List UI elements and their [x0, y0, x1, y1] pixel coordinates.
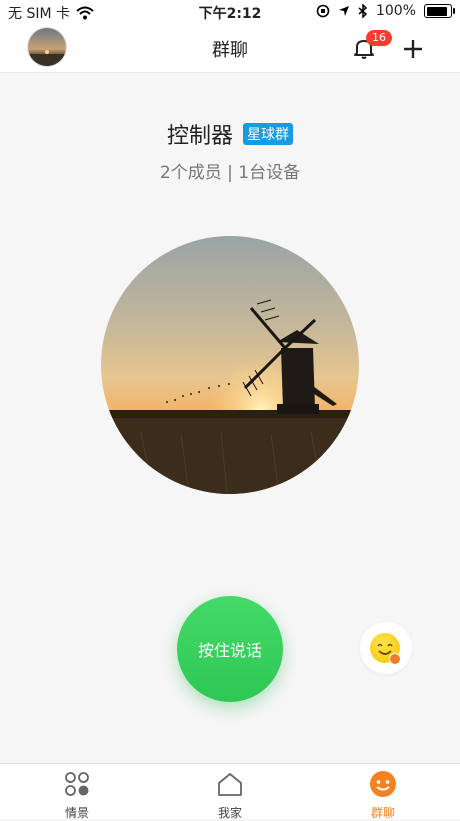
battery-percent: 100% [375, 3, 416, 19]
status-right: 100% [316, 3, 455, 19]
tab-home-label: 我家 [217, 806, 242, 820]
group-name-row: 控制器 星球群 [0, 118, 460, 150]
emoji-badge-icon [389, 653, 401, 665]
group-name: 控制器 [166, 124, 233, 149]
emoji-button[interactable] [360, 622, 412, 674]
scenes-icon [65, 772, 89, 796]
add-icon[interactable] [402, 38, 424, 60]
battery-icon [424, 4, 455, 18]
status-bar: 无 SIM 卡 下午2:12 100% [0, 0, 460, 24]
nav-bar: 群聊 16 [0, 24, 460, 73]
group-chat-icon [370, 771, 396, 797]
group-info: 控制器 星球群 2个成员 | 1台设备 [0, 118, 460, 183]
tab-scenes-label: 情景 [64, 806, 89, 820]
tab-scenes[interactable]: 情景 [37, 770, 117, 821]
windmill-image [101, 236, 359, 494]
bluetooth-icon [358, 4, 368, 18]
group-cover-image[interactable] [101, 236, 359, 494]
home-icon [218, 773, 242, 796]
tab-home[interactable]: 我家 [190, 770, 270, 821]
hold-to-talk-button[interactable]: 按住说话 [177, 596, 283, 702]
tab-group-chat-label: 群聊 [370, 806, 395, 820]
group-stats: 2个成员 | 1台设备 [159, 163, 301, 183]
tab-bar: 情景 我家 群聊 [0, 763, 460, 821]
notifications-button[interactable]: 16 [352, 30, 392, 62]
talk-button-label: 按住说话 [197, 641, 262, 660]
tab-group-chat[interactable]: 群聊 [343, 770, 423, 821]
notification-badge: 16 [366, 30, 392, 46]
location-icon [338, 6, 349, 16]
battery-level [426, 6, 447, 16]
orientation-lock-icon [316, 4, 330, 18]
group-tag: 星球群 [243, 123, 293, 145]
